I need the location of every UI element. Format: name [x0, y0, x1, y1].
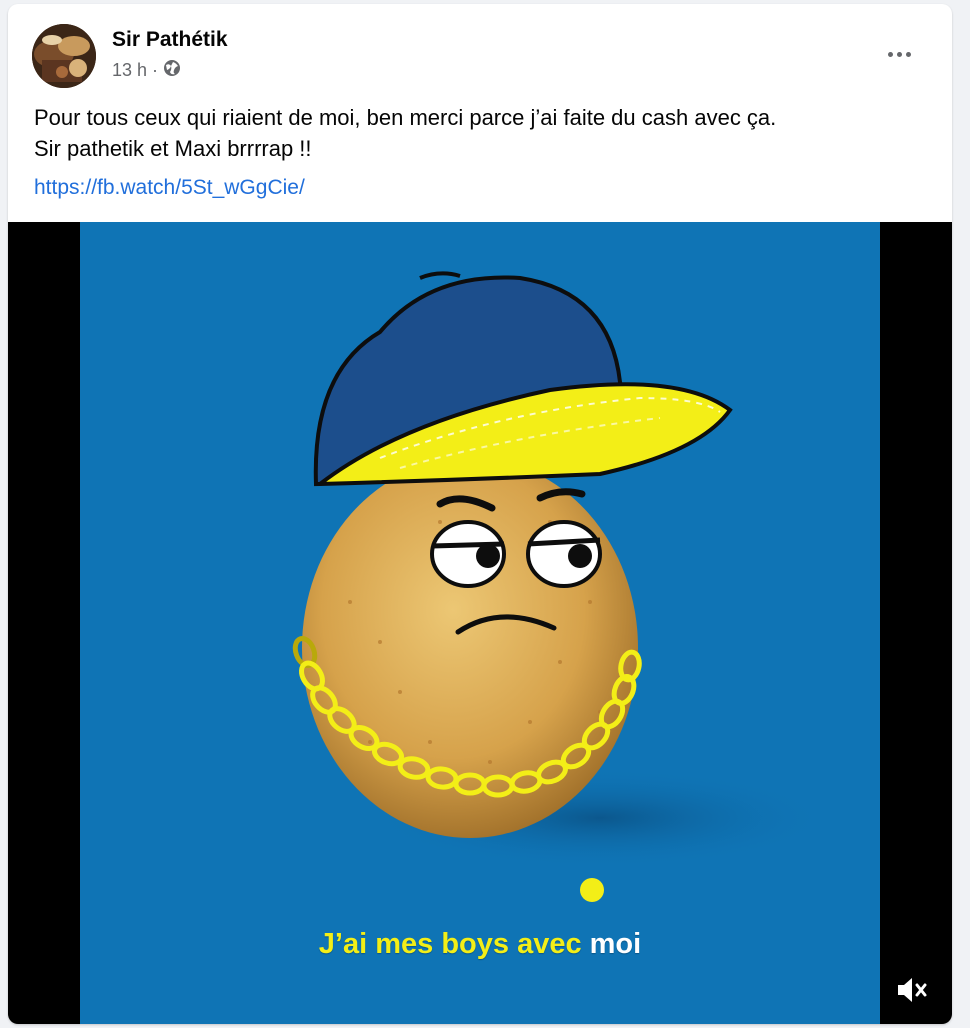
- post-card: Sir Pathétik 13 h · Pour tous ceux qui r…: [8, 4, 952, 1024]
- post-meta: 13 h ·: [112, 59, 181, 82]
- post-text-line: Pour tous ceux qui riaient de moi, ben m…: [34, 105, 777, 130]
- post-text-line: Sir pathetik et Maxi brrrrap !!: [34, 136, 312, 161]
- globe-icon: [163, 59, 181, 82]
- more-options-icon[interactable]: [882, 42, 916, 66]
- meta-separator: ·: [152, 60, 159, 80]
- post-time[interactable]: 13 h: [112, 60, 147, 81]
- avatar[interactable]: [32, 24, 96, 88]
- author-name[interactable]: Sir Pathétik: [112, 28, 228, 52]
- video-frame: J’ai mes boys avec moi: [80, 222, 880, 1024]
- post-link[interactable]: https://fb.watch/5St_wGgCie/: [34, 176, 305, 200]
- caption-text: J’ai mes boys avec: [318, 928, 590, 960]
- speaker-muted-icon[interactable]: [892, 970, 932, 1010]
- video-player[interactable]: J’ai mes boys avec moi: [8, 222, 952, 1024]
- post-text: Pour tous ceux qui riaient de moi, ben m…: [34, 102, 934, 164]
- caption-highlight: moi: [589, 928, 642, 960]
- potato-rapper-illustration: [292, 271, 830, 902]
- video-caption: J’ai mes boys avec moi: [80, 928, 880, 961]
